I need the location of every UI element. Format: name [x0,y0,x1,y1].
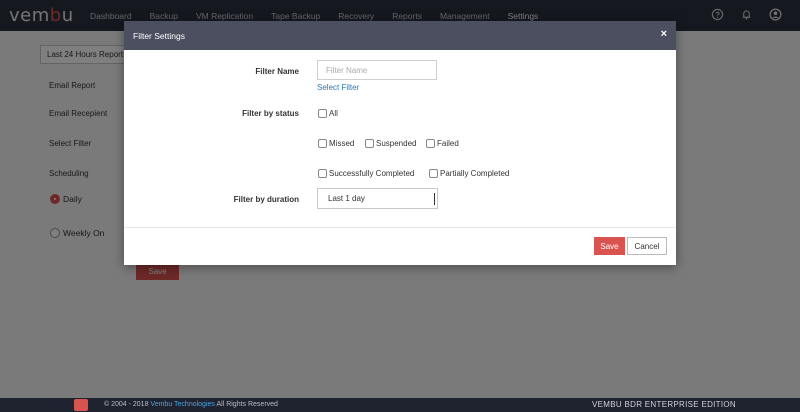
checkbox-icon [426,139,435,148]
home-icon[interactable] [74,399,88,411]
status-missed-label: Missed [329,139,355,148]
checkbox-icon [318,109,327,118]
filter-by-duration-label: Filter by duration [233,195,299,204]
filter-settings-modal: Filter Settings × Filter Name Select Fil… [124,21,676,265]
checkbox-icon [318,169,327,178]
close-icon[interactable]: × [661,28,667,40]
cancel-button[interactable]: Cancel [627,237,667,255]
status-suspended-label: Suspended [376,139,417,148]
checkbox-icon [365,139,374,148]
modal-footer: Save Cancel [124,228,676,265]
modal-header: Filter Settings × [124,21,676,50]
footer: © 2004 - 2018 Vembu Technologies All Rig… [0,398,800,412]
status-successfully-completed-checkbox[interactable]: Successfully Completed [318,169,414,178]
status-successfully-completed-label: Successfully Completed [329,169,415,178]
status-partially-completed-checkbox[interactable]: Partially Completed [429,169,509,178]
copyright: © 2004 - 2018 Vembu Technologies All Rig… [104,401,278,408]
status-suspended-checkbox[interactable]: Suspended [365,139,416,148]
duration-select[interactable]: Last 1 day [317,188,438,209]
filter-name-label: Filter Name [255,67,299,76]
copyright-years: © 2004 - 2018 [104,401,149,408]
status-failed-checkbox[interactable]: Failed [426,139,459,148]
modal-body: Filter Name Select Filter Filter by stat… [124,50,676,228]
filter-by-status-label: Filter by status [242,109,299,118]
status-missed-checkbox[interactable]: Missed [318,139,354,148]
rights-text: All Rights Reserved [216,401,278,408]
duration-selected-value: Last 1 day [328,194,365,203]
save-button[interactable]: Save [594,237,625,255]
dropdown-arrow-icon [434,193,435,205]
edition-label: VEMBU BDR ENTERPRISE EDITION [592,400,736,409]
checkbox-icon [429,169,438,178]
status-all-checkbox[interactable]: All [318,109,338,118]
select-filter-link[interactable]: Select Filter [317,83,359,92]
status-all-label: All [329,109,338,118]
filter-name-input[interactable] [317,60,437,80]
company-link[interactable]: Vembu Technologies [150,401,214,408]
status-failed-label: Failed [437,139,459,148]
status-partially-completed-label: Partially Completed [440,169,510,178]
checkbox-icon [318,139,327,148]
modal-title: Filter Settings [133,31,185,41]
